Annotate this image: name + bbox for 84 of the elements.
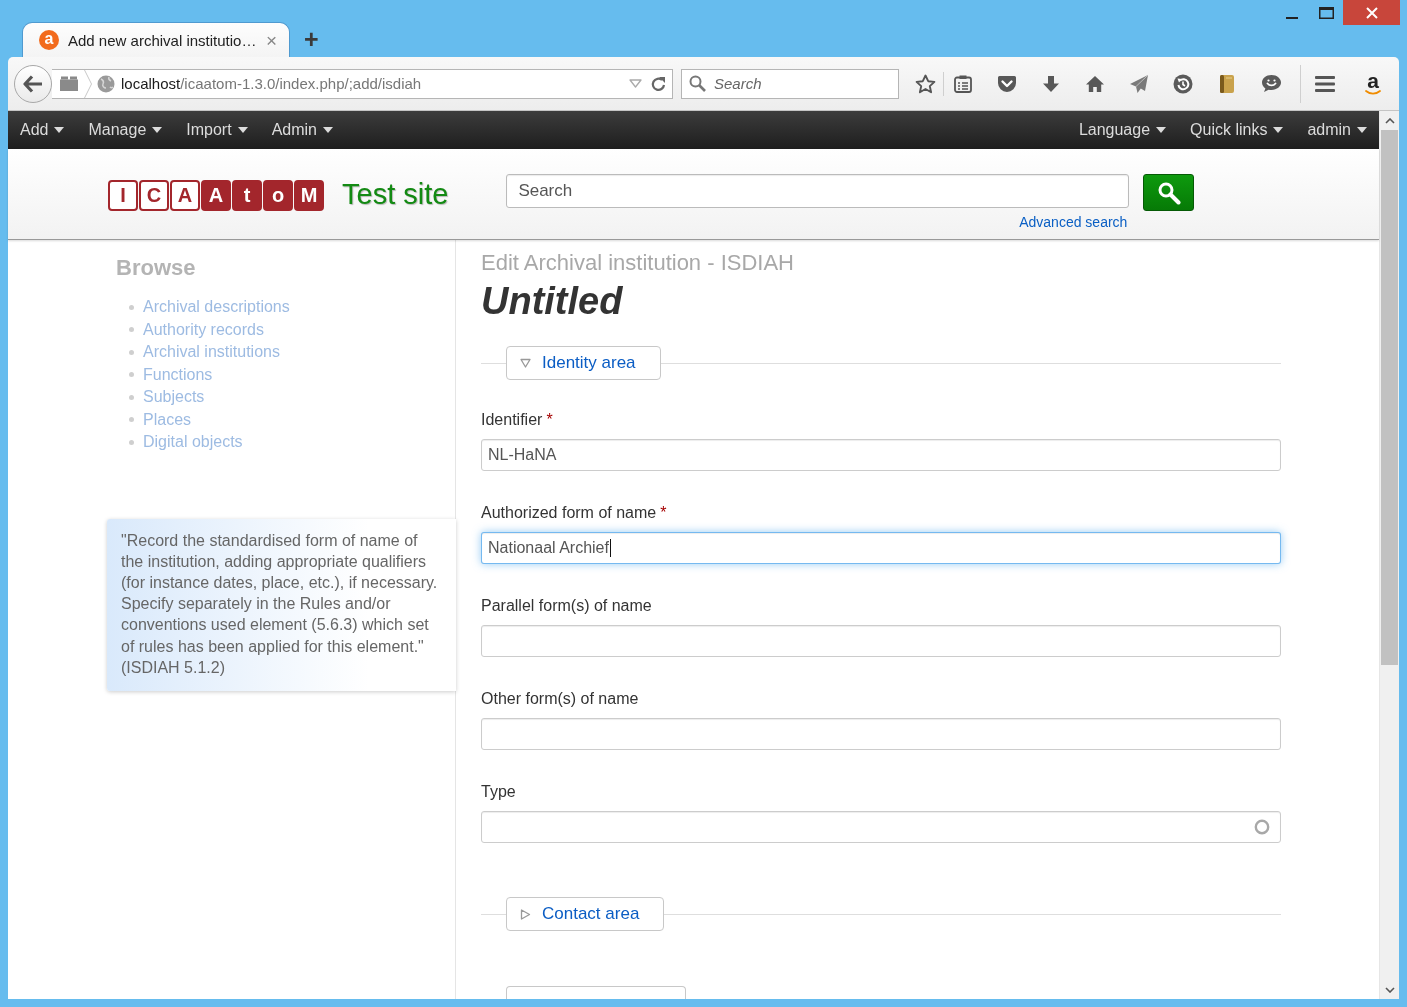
section-toggle[interactable]: Identity area [506,346,661,380]
nav-menu-button[interactable]: admin [1295,111,1379,149]
logo-letter: A [170,180,200,211]
reload-icon[interactable] [651,75,666,92]
sidebar-heading: Browse [116,254,197,281]
book-icon[interactable] [1219,73,1235,94]
bullet-icon [129,372,134,378]
nav-menu-button[interactable]: Add [8,111,77,149]
back-button[interactable] [14,64,52,103]
nav-menu-button[interactable]: Import [174,111,260,149]
nav-menu-button[interactable]: Quick links [1178,111,1296,149]
section-toggle[interactable]: Contact area [506,897,665,931]
close-icon [1365,6,1378,19]
address-bar[interactable]: localhost/icaatom-1.3.0/index.php/;add/isdiah [52,68,673,99]
caret-down-icon [1156,127,1167,133]
download-icon[interactable] [1042,74,1060,93]
nav-menu-button[interactable]: Language [1066,111,1179,149]
field-label: Type [481,782,517,802]
close-button[interactable] [1343,0,1400,25]
chevron-up-icon[interactable] [1384,117,1395,124]
caret-down-icon [1273,127,1284,133]
chevron-down-icon[interactable] [1384,986,1395,993]
logo-letter: C [139,180,169,211]
text-field[interactable] [481,625,1281,657]
bullet-icon [129,304,134,310]
page-title: Untitled [481,279,624,324]
logo-letter: I [108,180,138,211]
globe-icon[interactable] [97,74,115,93]
caret-down-icon [323,127,333,133]
bullet-icon [129,394,134,400]
help-tooltip: "Record the standardised form of name of the institution, adding appropriate qualifiers (for instance dates, place, etc.), if necessary. Specify separately in the Rules and/or conventions used element (5.6.3) which set of rules has been applied for this element." (ISDIAH 5.1.2) [107,518,456,691]
page-subtitle: Edit Archival institution - ISDIAH [481,250,795,276]
extension-button[interactable]: a [1365,72,1381,95]
field-label: Other form(s) of name [481,689,640,709]
logo-letter: t [232,180,262,211]
nav-menu-button[interactable]: Manage [76,111,175,149]
search-icon [689,74,706,92]
site-favicon: a [39,30,59,50]
search-field[interactable]: Search [681,68,899,99]
browser-tab[interactable]: a Add new archival institutio… × [22,22,290,57]
bullet-icon [129,439,134,445]
section-toggle[interactable] [506,986,686,999]
caret-down-icon [54,127,65,133]
bullet-icon [129,417,134,423]
field-label: Parallel form(s) of name [481,596,653,616]
ring-icon [1254,819,1270,835]
history-icon[interactable] [1173,73,1193,94]
bullet-icon [129,327,134,333]
logo-letter: M [294,180,324,211]
chevron-separator-icon [84,69,92,98]
bullet-icon [129,349,134,355]
chat-bubble-icon[interactable] [1260,74,1282,93]
nav-menu-button[interactable]: Admin [259,111,345,149]
text-field[interactable]: NL-HaNA [481,439,1281,471]
tabs-icon[interactable] [60,76,78,91]
text-field[interactable]: Nationaal Archief [481,532,1281,564]
text-field[interactable] [481,718,1281,750]
logo-letter: o [263,180,293,211]
chevron-shield-icon[interactable] [997,74,1017,93]
list-icon[interactable] [954,74,972,93]
logo-letter: A [201,180,231,211]
smile-curve-icon [1365,90,1381,95]
menu-icon[interactable] [1315,75,1335,92]
site-name: Test site [342,178,449,211]
text-cursor [609,539,611,557]
text-field[interactable] [481,811,1281,843]
field-label: Identifier * [481,410,554,430]
field-label: Authorized form of name * [481,503,668,523]
maximize-icon [1318,6,1334,19]
arrow-left-icon [23,74,43,93]
caret-down-icon [152,127,163,133]
scrollbar-track[interactable] [1379,111,1399,999]
scrollbar-thumb[interactable] [1381,130,1398,665]
minimize-icon [1286,17,1298,19]
search-button[interactable] [1143,174,1195,211]
star-icon[interactable] [914,73,936,94]
search-icon [1156,180,1181,205]
caret-down-icon [1357,127,1367,133]
advanced-search-link[interactable]: Advanced search [1019,214,1128,230]
search-field[interactable]: Search [506,174,1130,208]
paper-plane-icon[interactable] [1129,73,1149,94]
new-tab-button[interactable]: + [304,27,319,52]
home-icon[interactable] [1085,74,1105,93]
caret-down-icon [237,127,248,133]
